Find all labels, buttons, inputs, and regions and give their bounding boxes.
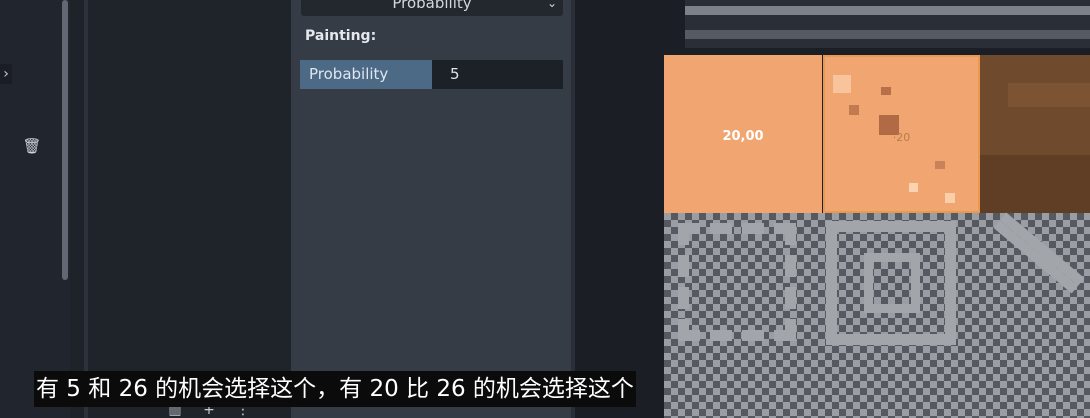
probability-property-row: Probability 5 bbox=[300, 60, 563, 89]
atlas-tile-selected[interactable]: ·20 bbox=[823, 55, 980, 213]
tile-inspector: Probability ⌄ Painting: Probability 5 bbox=[291, 0, 571, 418]
atlas-band bbox=[685, 6, 1090, 15]
video-subtitle: 有 5 和 26 的机会选择这个，有 20 比 26 的机会选择这个 bbox=[34, 371, 636, 407]
tile-atlas-view[interactable]: 20,00 ·20 bbox=[575, 0, 1090, 418]
atlas-tile[interactable] bbox=[980, 55, 1090, 213]
tile-speck bbox=[1008, 83, 1090, 107]
probability-label: Probability bbox=[300, 60, 432, 89]
atlas-top-strip bbox=[685, 0, 1090, 48]
atlas-tile[interactable]: 20,00 bbox=[664, 55, 822, 213]
crate-inner-box bbox=[864, 253, 920, 313]
property-dropdown[interactable]: Probability ⌄ bbox=[301, 0, 563, 16]
tile-speck bbox=[935, 161, 945, 169]
tile-probability-label: ·20 bbox=[892, 131, 911, 144]
tile-speck bbox=[881, 87, 891, 95]
tile-speck bbox=[945, 193, 955, 203]
chevron-down-icon: ⌄ bbox=[546, 0, 557, 10]
tile-list-panel bbox=[88, 0, 291, 418]
diagonal-stripe-tile[interactable] bbox=[993, 212, 1085, 294]
tileset-editor: › 🗑 Probability ⌄ Painting: Probability … bbox=[0, 0, 1090, 418]
tile-speck bbox=[980, 155, 1090, 213]
painting-section-label: Painting: bbox=[305, 28, 377, 44]
tile-speck bbox=[909, 183, 918, 192]
corner-bracket-tile[interactable] bbox=[678, 223, 796, 341]
atlas-transparent-region bbox=[664, 212, 1090, 418]
trash-icon[interactable]: 🗑 bbox=[22, 136, 42, 156]
atlas-band bbox=[685, 30, 1090, 39]
tile-speck bbox=[849, 105, 859, 115]
property-dropdown-label: Probability bbox=[392, 0, 472, 12]
collapse-chevron-icon[interactable]: › bbox=[0, 64, 12, 84]
vertical-scrollbar[interactable] bbox=[62, 0, 68, 280]
tile-speck bbox=[833, 75, 851, 93]
probability-input[interactable]: 5 bbox=[432, 60, 563, 89]
left-tool-strip: › 🗑 bbox=[0, 0, 70, 418]
tile-probability-label: 20,00 bbox=[722, 129, 764, 144]
